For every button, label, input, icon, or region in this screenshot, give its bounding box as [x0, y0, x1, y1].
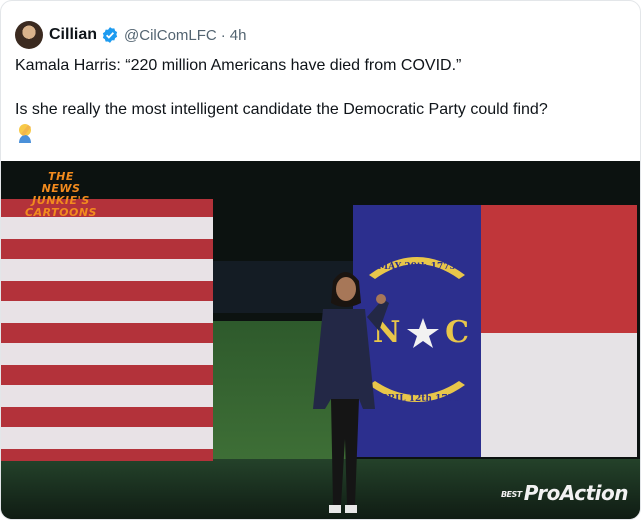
verified-badge-icon [101, 26, 119, 44]
watermark-news-junkie: THE NEWS JUNKIE'S CARTOONS [25, 170, 97, 219]
avatar[interactable] [15, 21, 43, 49]
timestamp[interactable]: 4h [230, 27, 247, 44]
white-star-icon [406, 317, 439, 348]
tweet-card[interactable]: Cillian @CilComLFC · 4h Kamala Harris: “… [0, 0, 641, 520]
tweet-text-line-1: Kamala Harris: “220 million Americans ha… [15, 57, 462, 74]
nc-flag-red-bar [481, 205, 637, 333]
tweet-text-line-2: Is she really the most intelligent candi… [15, 101, 548, 118]
separator-dot: · [220, 26, 226, 44]
nc-flag-white-bar [481, 333, 637, 457]
watermark-proaction: BEST ProAction [500, 481, 629, 505]
tweet-header: Cillian @CilComLFC · 4h [15, 21, 246, 49]
nc-letter-c: C [445, 315, 469, 350]
author-name[interactable]: Cillian [49, 26, 97, 44]
speaker-figure [313, 272, 389, 513]
us-flag-stripes [1, 199, 213, 461]
tweet-video[interactable]: MAY 20th 1775 N C APRIL 12th 1776 THE NE [1, 161, 640, 519]
person-facepalming-icon [15, 121, 37, 143]
author-handle[interactable]: @CilComLFC [124, 27, 217, 44]
